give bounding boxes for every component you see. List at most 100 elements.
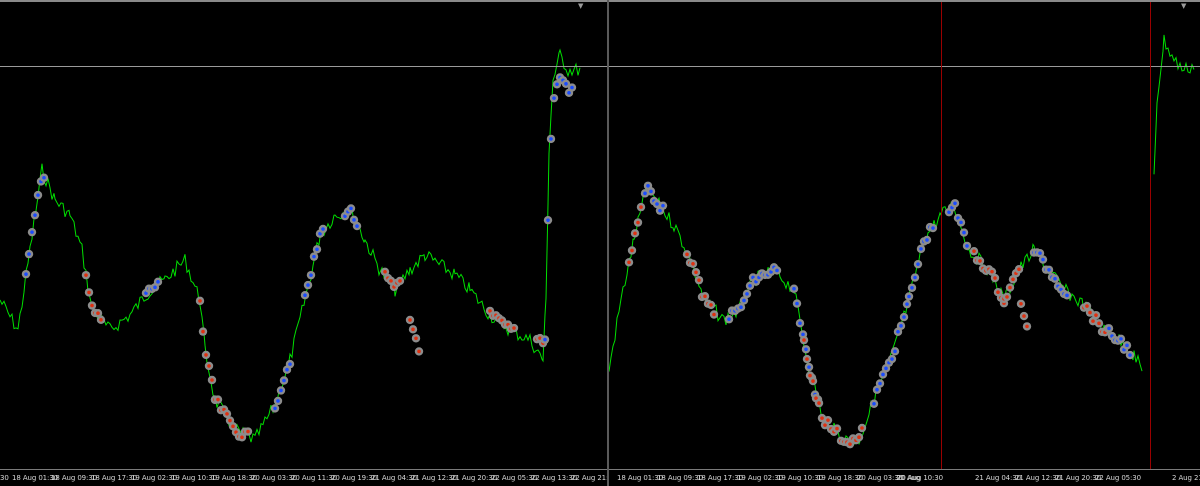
buy-signal-marker (661, 203, 665, 208)
sell-signal-marker (1025, 324, 1029, 329)
sell-signal-marker (225, 412, 229, 416)
buy-signal-marker (303, 293, 307, 297)
period-separator-line[interactable] (1150, 2, 1151, 469)
buy-signal-marker (962, 230, 966, 235)
buy-signal-marker (570, 85, 574, 90)
right-chart-panel[interactable]: ▼ 18 Aug 01:30 18 Aug 09:30 18 Aug 17:30 19… (609, 0, 1200, 486)
horizontal-price-line[interactable] (0, 66, 607, 67)
sell-signal-marker (1022, 314, 1026, 318)
sell-signal-marker (990, 269, 994, 274)
buy-signal-marker (564, 81, 568, 86)
buy-signal-marker (916, 262, 920, 266)
sell-signal-marker (848, 442, 852, 446)
buy-signal-marker (30, 230, 34, 234)
sell-signal-marker (691, 261, 695, 266)
horizontal-price-line[interactable] (609, 66, 1200, 67)
buy-signal-marker (1107, 326, 1111, 331)
sell-signal-marker (996, 290, 1000, 295)
sell-signal-marker (639, 205, 643, 209)
sell-signal-marker (512, 326, 516, 330)
sell-signal-marker (87, 290, 91, 295)
time-axis-label: 22 Aug 05:30 (1095, 474, 1141, 482)
scroll-arrow-icon[interactable]: ▼ (578, 2, 583, 10)
sell-signal-marker (857, 435, 861, 440)
buy-signal-marker (965, 244, 969, 248)
sell-signal-marker (207, 364, 211, 368)
buy-signal-marker (913, 275, 917, 280)
sell-signal-marker (210, 378, 214, 382)
sell-signal-marker (633, 231, 637, 236)
buy-signal-marker (285, 367, 289, 372)
sell-signal-marker (99, 318, 103, 322)
sell-signal-marker (1011, 277, 1015, 282)
sell-signal-marker (1008, 285, 1012, 290)
buy-signal-marker (279, 388, 283, 393)
buy-signal-marker (875, 387, 879, 392)
price-line (0, 48, 581, 443)
buy-signal-marker (355, 224, 359, 228)
sell-signal-marker (694, 270, 698, 275)
left-price-chart[interactable] (0, 0, 607, 469)
left-chart-panel[interactable]: ▼ 30 18 Aug 01:30 18 Aug 09:30 18 Aug 17:30… (0, 0, 607, 486)
sell-signal-marker (805, 357, 809, 361)
sell-signal-marker (1088, 310, 1092, 315)
sell-signal-marker (802, 338, 806, 342)
buy-signal-marker (646, 183, 650, 188)
buy-signal-marker (1047, 267, 1051, 272)
buy-signal-marker (312, 254, 316, 259)
buy-signal-marker (649, 189, 653, 194)
buy-signal-marker (555, 82, 559, 87)
sell-signal-marker (246, 429, 250, 434)
buy-signal-marker (27, 252, 31, 256)
sell-signal-marker (1085, 304, 1089, 308)
sell-signal-marker (1091, 319, 1095, 323)
time-axis-label: 22 Aug 21:30 (571, 474, 607, 482)
sell-signal-marker (630, 248, 634, 253)
buy-signal-marker (543, 337, 547, 342)
buy-signal-marker (156, 280, 160, 284)
buy-signal-marker (884, 366, 888, 371)
sell-signal-marker (389, 279, 393, 283)
sell-signal-marker (709, 303, 713, 307)
buy-signal-marker (798, 321, 802, 325)
buy-signal-marker (905, 302, 909, 306)
buy-signal-marker (352, 218, 356, 222)
sell-signal-marker (972, 249, 976, 253)
sell-signal-marker (84, 273, 88, 277)
sell-signal-marker (1019, 302, 1023, 306)
buy-signal-marker (42, 175, 46, 180)
buy-signal-marker (742, 298, 746, 303)
buy-signal-marker (878, 381, 882, 386)
buy-signal-marker (1053, 276, 1057, 281)
buy-signal-marker (306, 283, 310, 287)
buy-signal-marker (899, 324, 903, 328)
time-axis: 18 Aug 01:30 18 Aug 09:30 18 Aug 17:30 19 A… (609, 470, 1200, 486)
sell-signal-marker (993, 276, 997, 280)
buy-signal-marker (546, 218, 550, 222)
buy-signal-marker (745, 292, 749, 296)
sell-signal-marker (808, 373, 812, 378)
sell-signal-marker (201, 329, 205, 334)
scroll-arrow-icon[interactable]: ▼ (1181, 2, 1186, 10)
sell-signal-marker (627, 260, 631, 265)
buy-signal-marker (276, 399, 280, 403)
buy-signal-marker (36, 193, 40, 197)
sell-signal-marker (697, 278, 701, 282)
buy-signal-marker (1119, 337, 1123, 341)
sell-signal-marker (240, 435, 244, 440)
buy-signal-marker (739, 305, 743, 309)
sell-signal-marker (1017, 267, 1021, 272)
buy-signal-marker (881, 372, 885, 377)
buy-signal-marker (282, 378, 286, 383)
right-price-chart[interactable] (609, 0, 1200, 469)
buy-signal-marker (792, 286, 796, 291)
buy-signal-marker (931, 226, 935, 230)
sell-signal-marker (978, 259, 982, 263)
sell-signal-marker (817, 401, 821, 405)
period-separator-line[interactable] (941, 2, 942, 469)
buy-signal-marker (24, 272, 28, 276)
sell-signal-marker (216, 397, 220, 402)
sell-signal-marker (198, 299, 202, 303)
buy-signal-marker (655, 202, 659, 206)
buy-signal-marker (748, 283, 752, 288)
